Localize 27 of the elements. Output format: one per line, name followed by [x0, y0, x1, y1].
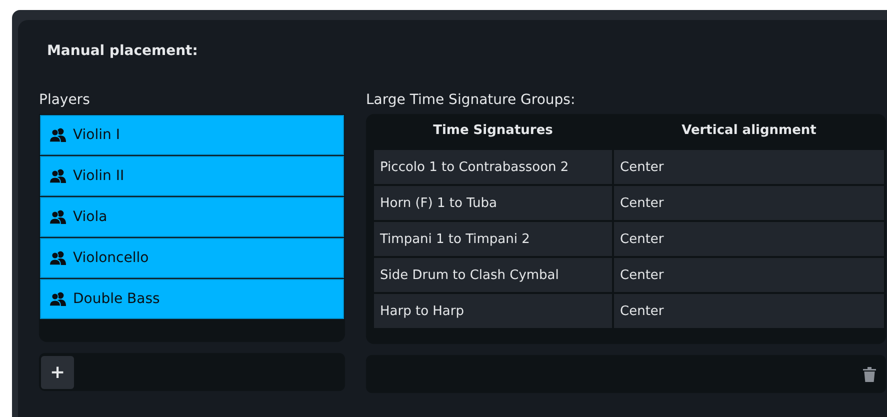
player-item[interactable]: Violoncello	[40, 238, 344, 278]
table-cell: Center	[614, 222, 884, 256]
people-icon	[49, 210, 67, 224]
people-icon	[49, 128, 67, 142]
column-header: Time Signatures	[432, 122, 554, 140]
table-cell: Piccolo 1 to Contrabassoon 2	[374, 150, 612, 184]
people-icon	[49, 169, 67, 183]
add-button[interactable]: +	[41, 356, 74, 388]
trash-icon[interactable]	[863, 366, 876, 382]
players-label: Players	[39, 92, 91, 110]
table-cell: Center	[614, 150, 884, 184]
table-cell: Center	[614, 186, 884, 220]
table-cell: Timpani 1 to Timpani 2	[374, 222, 612, 256]
section-title: Manual placement:	[47, 43, 199, 61]
people-icon	[49, 251, 67, 265]
player-item[interactable]: Violin II	[40, 156, 344, 196]
player-item[interactable]: Viola	[40, 197, 344, 237]
column-header: Vertical alignment	[680, 122, 818, 140]
people-icon	[49, 292, 67, 306]
groups-label: Large Time Signature Groups:	[366, 92, 576, 110]
player-item[interactable]: Double Bass	[40, 279, 344, 319]
player-item[interactable]: Violin I	[40, 115, 344, 155]
table-cell: Harp to Harp	[374, 294, 612, 328]
table-cell: Center	[614, 294, 884, 328]
table-cell: Side Drum to Clash Cymbal	[374, 258, 612, 292]
table-cell: Center	[614, 258, 884, 292]
table-cell: Horn (F) 1 to Tuba	[374, 186, 612, 220]
